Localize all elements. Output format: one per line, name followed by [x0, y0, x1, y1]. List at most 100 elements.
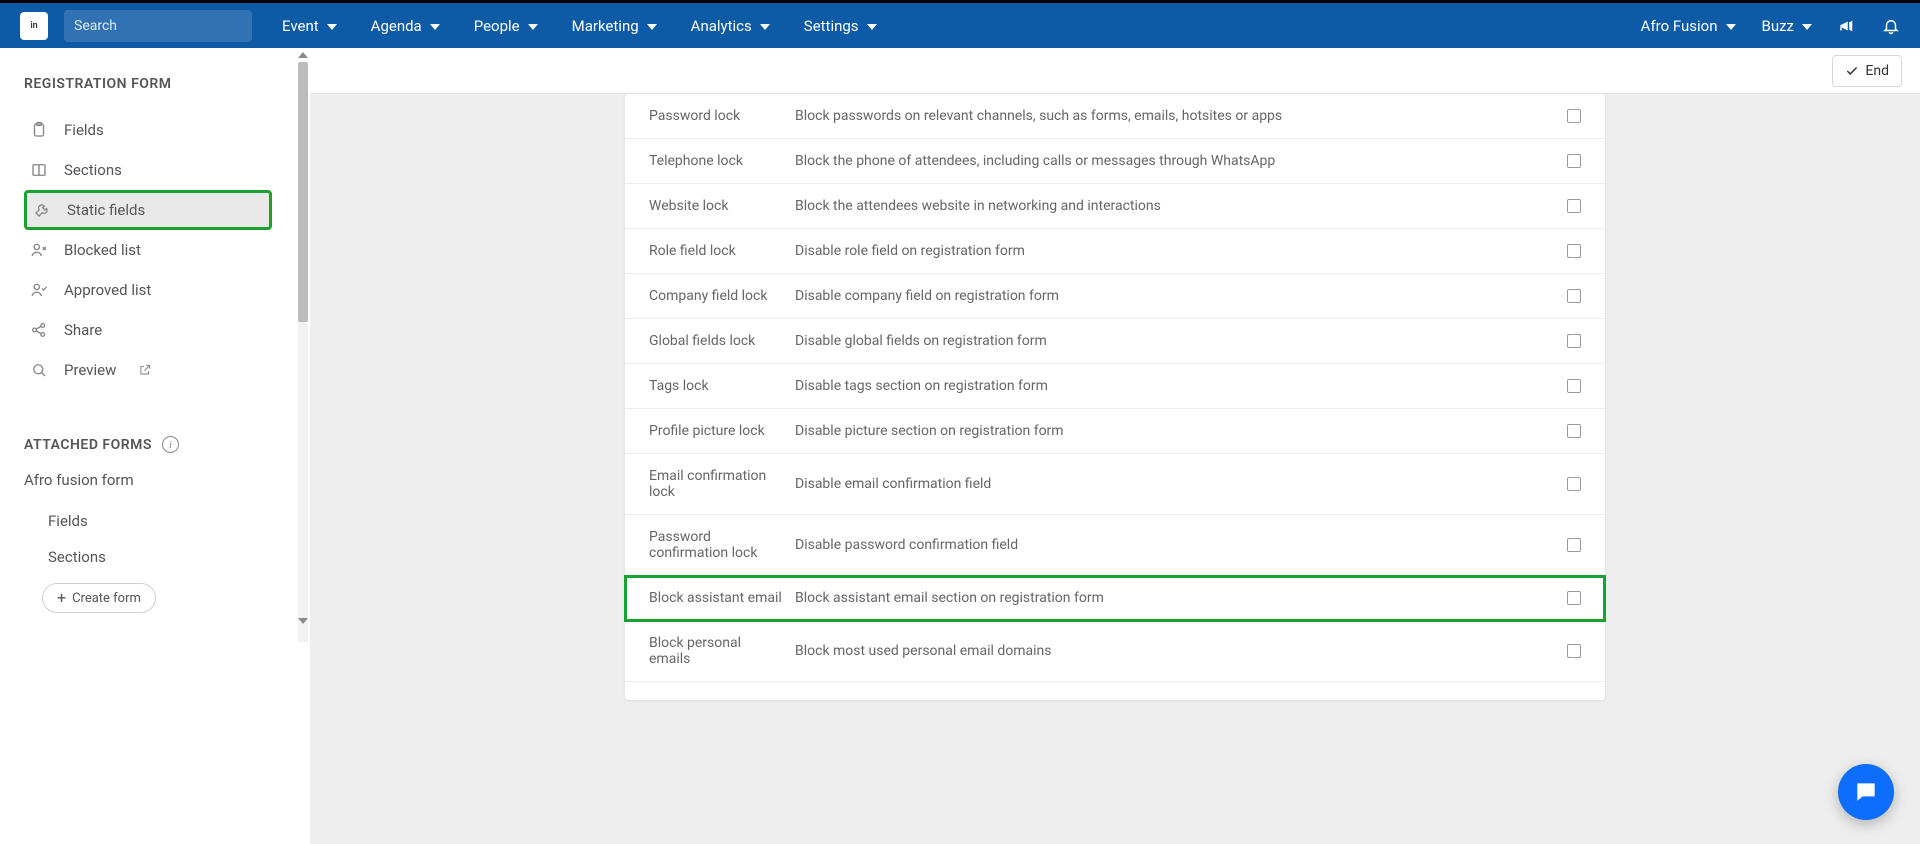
nav-people[interactable]: People	[474, 17, 538, 35]
nav-label: Agenda	[371, 17, 422, 35]
create-form-button[interactable]: + Create form	[42, 583, 156, 613]
scrollbar-thumb[interactable]	[298, 62, 308, 322]
sidebar: REGISTRATION FORM Fields Sections Static…	[0, 48, 296, 844]
sidebar-item-blocked-list[interactable]: Blocked list	[24, 230, 272, 270]
row-description: Disable password confirmation field	[795, 537, 1541, 553]
row-description: Disable picture section on registration …	[795, 423, 1541, 439]
sidebar-item-label: Blocked list	[64, 241, 141, 259]
sidebar-scrollbar[interactable]	[298, 62, 308, 642]
table-row: Company field lockDisable company field …	[625, 274, 1605, 319]
nav-settings[interactable]: Settings	[804, 17, 877, 35]
row-checkbox[interactable]	[1567, 334, 1581, 348]
sidebar-item-preview[interactable]: Preview	[24, 350, 272, 390]
chevron-down-icon	[1802, 24, 1812, 30]
megaphone-icon[interactable]	[1838, 17, 1856, 35]
table-row: Tags lockDisable tags section on registr…	[625, 364, 1605, 409]
end-button-label: End	[1865, 63, 1889, 79]
row-checkbox[interactable]	[1567, 591, 1581, 605]
sidebar-item-share[interactable]: Share	[24, 310, 272, 350]
nav-event[interactable]: Event	[282, 17, 337, 35]
attached-form-sections[interactable]: Sections	[24, 539, 272, 575]
table-row: Block assistant emailBlock assistant ema…	[625, 576, 1605, 621]
row-checkbox[interactable]	[1567, 379, 1581, 393]
main-area: End Password lockBlock passwords on rele…	[310, 48, 1920, 844]
chevron-down-icon	[647, 24, 657, 30]
sidebar-item-label: Preview	[64, 361, 116, 379]
attached-form-name[interactable]: Afro fusion form	[24, 471, 272, 489]
row-checkbox[interactable]	[1567, 477, 1581, 491]
app-logo[interactable]: in	[20, 12, 48, 40]
row-name: Global fields lock	[649, 333, 795, 349]
sidebar-item-approved-list[interactable]: Approved list	[24, 270, 272, 310]
search-input[interactable]	[74, 18, 252, 34]
nav-marketing[interactable]: Marketing	[572, 17, 657, 35]
search-box[interactable]	[64, 10, 252, 42]
chevron-down-icon	[1726, 24, 1736, 30]
row-checkbox[interactable]	[1567, 109, 1581, 123]
nav-label: People	[474, 17, 520, 35]
org-switcher[interactable]: Afro Fusion	[1641, 17, 1736, 35]
row-name: Email confirmation lock	[649, 468, 795, 500]
sidebar-item-static-fields[interactable]: Static fields	[24, 190, 272, 230]
chat-icon	[1853, 779, 1879, 805]
row-description: Block the phone of attendees, including …	[795, 153, 1541, 169]
share-icon	[30, 321, 48, 339]
table-row: Profile picture lockDisable picture sect…	[625, 409, 1605, 454]
row-name: Block assistant email	[649, 590, 795, 606]
row-checkbox[interactable]	[1567, 644, 1581, 658]
row-checkbox[interactable]	[1567, 424, 1581, 438]
row-name: Profile picture lock	[649, 423, 795, 439]
table-row: Website lockBlock the attendees website …	[625, 184, 1605, 229]
row-description: Block assistant email section on registr…	[795, 590, 1541, 606]
bell-icon[interactable]	[1882, 17, 1900, 35]
main-menu: Event Agenda People Marketing Analytics …	[282, 17, 877, 35]
row-checkbox[interactable]	[1567, 289, 1581, 303]
user-switcher[interactable]: Buzz	[1762, 17, 1813, 35]
row-checkbox[interactable]	[1567, 199, 1581, 213]
user-check-icon	[30, 281, 48, 299]
row-checkbox[interactable]	[1567, 538, 1581, 552]
attached-form-fields[interactable]: Fields	[24, 503, 272, 539]
row-name: Tags lock	[649, 378, 795, 394]
chat-fab[interactable]	[1838, 764, 1894, 820]
chevron-down-icon	[327, 24, 337, 30]
table-row: Telephone lockBlock the phone of attende…	[625, 139, 1605, 184]
sidebar-heading: REGISTRATION FORM	[24, 76, 272, 92]
row-checkbox[interactable]	[1567, 154, 1581, 168]
sidebar-item-sections[interactable]: Sections	[24, 150, 272, 190]
table-row: Email confirmation lockDisable email con…	[625, 454, 1605, 515]
table-row: Global fields lockDisable global fields …	[625, 319, 1605, 364]
row-description: Disable role field on registration form	[795, 243, 1541, 259]
sidebar-item-label: Share	[64, 321, 102, 339]
settings-table: Password lockBlock passwords on relevant…	[625, 94, 1605, 700]
table-row: Role field lockDisable role field on reg…	[625, 229, 1605, 274]
attached-forms-heading-row: ATTACHED FORMS i	[24, 436, 272, 453]
content-scroll[interactable]: Password lockBlock passwords on relevant…	[310, 94, 1920, 844]
row-name: Block personal emails	[649, 635, 795, 667]
user-x-icon	[30, 241, 48, 259]
scroll-up-arrow[interactable]	[296, 48, 310, 62]
nav-analytics[interactable]: Analytics	[691, 17, 770, 35]
table-row: Password lockBlock passwords on relevant…	[625, 94, 1605, 139]
sub-header: End	[310, 48, 1920, 94]
scroll-down-arrow[interactable]	[296, 614, 310, 628]
chevron-down-icon	[528, 24, 538, 30]
sidebar-item-label: Sections	[64, 161, 122, 179]
row-description: Block passwords on relevant channels, su…	[795, 108, 1541, 124]
nav-agenda[interactable]: Agenda	[371, 17, 440, 35]
row-description: Disable email confirmation field	[795, 476, 1541, 492]
columns-icon	[30, 161, 48, 179]
plus-icon: +	[57, 590, 66, 606]
info-icon[interactable]: i	[162, 436, 179, 453]
row-description: Disable tags section on registration for…	[795, 378, 1541, 394]
sidebar-item-fields[interactable]: Fields	[24, 110, 272, 150]
sidebar-item-label: Fields	[64, 121, 104, 139]
nav-label: Marketing	[572, 17, 639, 35]
end-button[interactable]: End	[1832, 55, 1902, 87]
row-checkbox[interactable]	[1567, 244, 1581, 258]
sidebar-item-label: Static fields	[67, 201, 145, 219]
external-link-icon	[138, 363, 152, 377]
sidebar-item-label: Approved list	[64, 281, 151, 299]
nav-label: Settings	[804, 17, 859, 35]
nav-label: Event	[282, 17, 319, 35]
